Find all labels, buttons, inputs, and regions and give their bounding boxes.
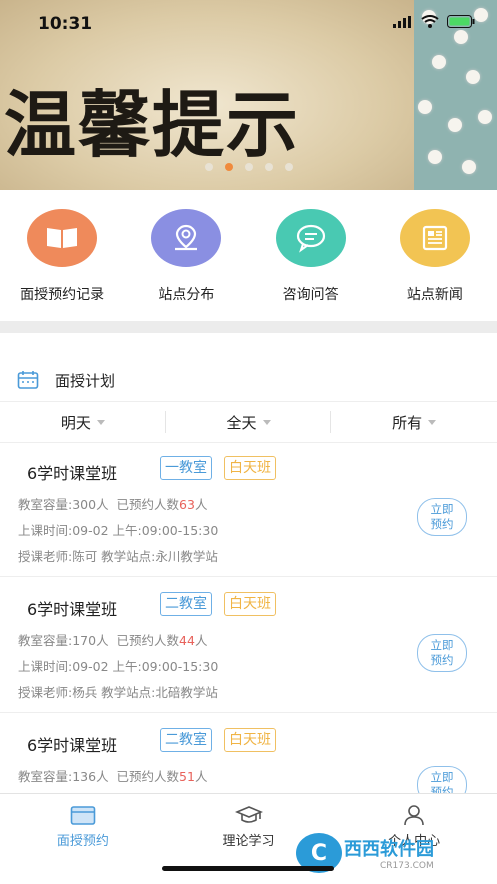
book-button-line2: 预约: [430, 517, 454, 531]
book-button-line1: 立即: [430, 770, 454, 784]
course-capacity-line: 教室容量:300人 已预约人数63人: [18, 494, 207, 513]
carousel-dot-active[interactable]: [224, 163, 233, 171]
chat-icon: [275, 209, 346, 267]
carousel-dot[interactable]: [264, 163, 273, 171]
quick-link-label: 面授预约记录: [20, 287, 105, 303]
watermark-subtext: CR173.COM: [380, 861, 434, 871]
tab-label: 面授预约: [56, 834, 109, 849]
quick-link-site-distribution[interactable]: 站点分布: [124, 192, 248, 320]
booked-unit: 人: [194, 497, 208, 512]
calendar-icon: [70, 806, 96, 825]
book-now-button[interactable]: 立即 预约: [417, 766, 467, 793]
booked-label: 已预约人数: [116, 497, 180, 512]
wifi-icon: [421, 15, 439, 28]
book-now-button[interactable]: 立即 预约: [417, 634, 467, 672]
quick-link-booking-records[interactable]: 面授预约记录: [0, 192, 124, 320]
signal-icon: [393, 15, 411, 28]
booked-count: 63: [179, 497, 195, 512]
location-icon: [151, 209, 222, 267]
course-capacity: 教室容量:300人: [18, 497, 109, 512]
room-tag: 二教室: [160, 592, 212, 616]
chevron-down-icon: [96, 419, 105, 425]
booked-label: 已预约人数: [116, 633, 180, 648]
news-icon: [399, 209, 470, 267]
booked-unit: 人: [194, 633, 208, 648]
room-tag: 二教室: [160, 728, 212, 752]
book-icon: [27, 209, 98, 267]
status-time: 10:31: [38, 14, 93, 34]
room-tag: 一教室: [160, 456, 212, 480]
booked-count: 51: [179, 769, 195, 784]
carousel-dot[interactable]: [284, 163, 293, 171]
banner-title: 温馨提示: [4, 82, 301, 167]
course-capacity-line: 教室容量:136人 已预约人数51人: [18, 766, 207, 785]
chevron-down-icon: [262, 419, 271, 425]
status-icons: [393, 15, 475, 28]
booked-count: 44: [179, 633, 195, 648]
course-capacity-line: 教室容量:170人 已预约人数44人: [18, 630, 207, 649]
tab-label: 理论学习: [222, 834, 275, 849]
book-now-button[interactable]: 立即 预约: [417, 498, 467, 536]
course-title: 6学时课堂班: [27, 736, 118, 755]
watermark-text: 西西软件园: [344, 839, 434, 860]
quick-link-site-news[interactable]: 站点新闻: [373, 192, 497, 320]
filter-type[interactable]: 所有: [331, 402, 497, 442]
filter-bar: 明天 全天 所有: [0, 401, 497, 443]
course-time: 上课时间:09-02 上午:09:00-15:30: [18, 523, 219, 538]
course-teacher: 授课老师:杨兵 教学站点:北碚教学站: [18, 685, 218, 700]
calendar-icon: [17, 371, 39, 389]
plan-title: 面授计划: [55, 372, 116, 390]
quick-links: 面授预约记录 站点分布 咨询问答 站点新闻: [0, 192, 497, 320]
home-indicator[interactable]: [162, 866, 334, 871]
book-button-line1: 立即: [430, 638, 454, 652]
course-capacity: 教室容量:136人: [18, 769, 109, 784]
course-card[interactable]: 6学时课堂班 二教室 白天班 教室容量:136人 已预约人数51人 立即 预约: [0, 714, 497, 793]
book-button-line1: 立即: [430, 502, 454, 516]
course-capacity: 教室容量:170人: [18, 633, 109, 648]
filter-label: 明天: [60, 413, 91, 432]
carousel-dot[interactable]: [204, 163, 213, 171]
class-type-tag: 白天班: [224, 728, 276, 752]
course-card[interactable]: 6学时课堂班 二教室 白天班 教室容量:170人 已预约人数44人 上课时间:0…: [0, 578, 497, 713]
tab-booking[interactable]: 面授预约: [0, 794, 166, 884]
course-title: 6学时课堂班: [27, 464, 118, 483]
quick-link-label: 站点分布: [158, 287, 215, 303]
battery-icon: [447, 15, 475, 28]
section-divider: [0, 321, 497, 333]
course-time: 上课时间:09-02 上午:09:00-15:30: [18, 659, 219, 674]
filter-period[interactable]: 全天: [166, 402, 332, 442]
filter-label: 所有: [392, 413, 423, 432]
booked-label: 已预约人数: [116, 769, 180, 784]
person-icon: [404, 805, 424, 826]
course-card[interactable]: 6学时课堂班 一教室 白天班 教室容量:300人 已预约人数63人 上课时间:0…: [0, 442, 497, 577]
filter-date[interactable]: 明天: [0, 402, 166, 442]
quick-link-label: 站点新闻: [406, 287, 463, 303]
course-title: 6学时课堂班: [27, 600, 118, 619]
booked-unit: 人: [194, 769, 208, 784]
carousel-dot[interactable]: [244, 163, 253, 171]
plan-header: 面授计划: [0, 360, 497, 400]
carousel-indicator[interactable]: [0, 163, 497, 171]
class-type-tag: 白天班: [224, 456, 276, 480]
book-button-line2: 预约: [430, 653, 454, 667]
chevron-down-icon: [428, 419, 437, 425]
book-button-line2: 预约: [430, 785, 454, 793]
quick-link-consult-qa[interactable]: 咨询问答: [249, 192, 373, 320]
graduation-cap-icon: [234, 806, 263, 823]
status-bar: 10:31: [0, 0, 497, 44]
class-type-tag: 白天班: [224, 592, 276, 616]
quick-link-label: 咨询问答: [282, 287, 339, 303]
course-teacher: 授课老师:陈可 教学站点:永川教学站: [18, 549, 218, 564]
filter-label: 全天: [226, 413, 257, 432]
